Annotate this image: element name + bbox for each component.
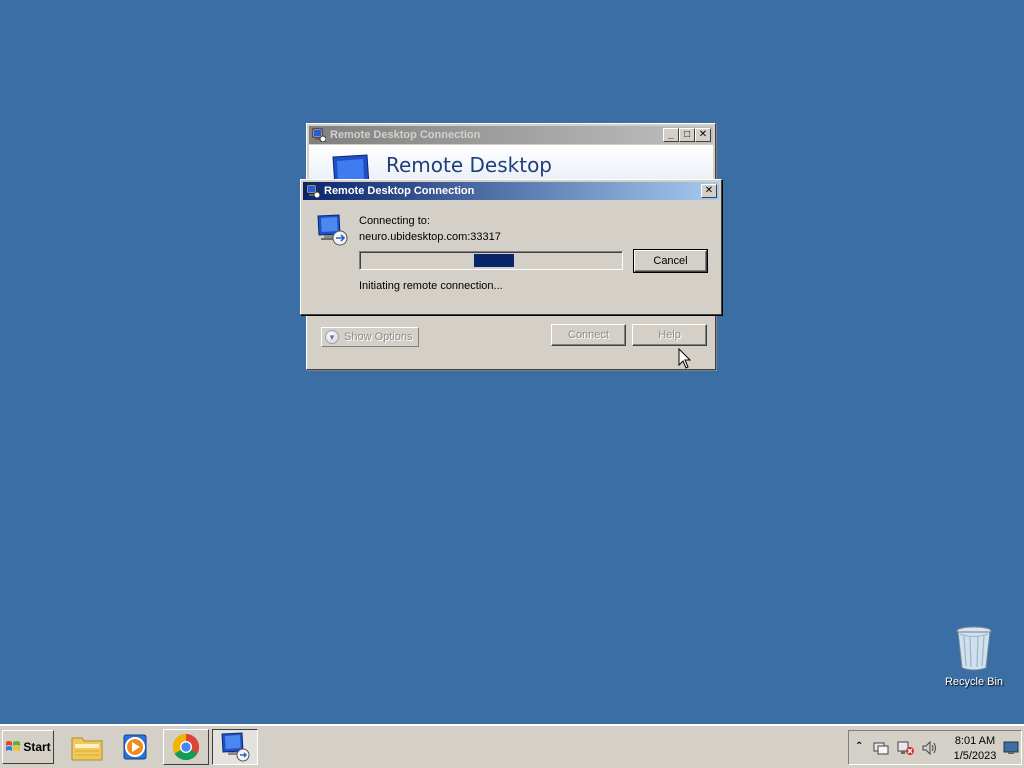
rdc-main-title: Remote Desktop Connection: [330, 129, 481, 141]
media-player-icon: [123, 734, 147, 760]
clock-date[interactable]: 1/5/2023: [949, 750, 1001, 762]
remote-computer-icon: [317, 214, 348, 246]
recycle-bin-label: Recycle Bin: [944, 676, 1004, 688]
taskbar-media-player[interactable]: [112, 729, 158, 765]
connection-status-text: Initiating remote connection...: [359, 280, 503, 292]
start-button[interactable]: Start: [2, 730, 54, 764]
minimize-button[interactable]: _: [663, 128, 679, 142]
remote-host-address: neuro.ubidesktop.com:33317: [359, 231, 501, 243]
taskbar-file-explorer[interactable]: [64, 729, 110, 765]
chrome-icon: [172, 733, 200, 761]
windows-logo-icon: [6, 741, 21, 751]
help-button[interactable]: Help: [632, 324, 707, 346]
mouse-cursor-icon: [678, 348, 692, 369]
close-icon: ✕: [698, 129, 708, 140]
connecting-dialog-title: Remote Desktop Connection: [324, 185, 475, 197]
remote-desktop-icon: [306, 184, 320, 198]
close-icon: ✕: [704, 185, 714, 196]
connecting-to-label: Connecting to:: [359, 215, 430, 227]
cancel-label: Cancel: [653, 255, 688, 267]
remote-desktop-icon: [221, 732, 250, 762]
remote-desktop-icon: [312, 128, 326, 142]
show-options-button[interactable]: ▼ Show Options: [321, 327, 419, 347]
connection-progress-bar: [359, 251, 623, 270]
show-desktop-icon[interactable]: [1003, 741, 1019, 755]
connect-button[interactable]: Connect: [551, 324, 626, 346]
file-explorer-icon: [71, 737, 103, 761]
minimize-icon: _: [668, 129, 674, 140]
connecting-dialog: Remote Desktop Connection ✕ Connecting t…: [300, 179, 722, 315]
connect-label: Connect: [568, 329, 609, 341]
taskbar-remote-desktop[interactable]: [212, 729, 258, 765]
network-warning-icon[interactable]: [897, 740, 915, 756]
help-label: Help: [658, 329, 681, 341]
clock-time[interactable]: 8:01 AM: [953, 735, 997, 747]
taskbar: Start ⌃ 8:01 AM 1/5/2023: [0, 724, 1024, 768]
system-tray: ⌃ 8:01 AM 1/5/2023: [848, 730, 1022, 765]
chevron-down-icon: ▼: [325, 330, 339, 344]
cancel-button[interactable]: Cancel: [633, 249, 708, 273]
connecting-dialog-titlebar[interactable]: Remote Desktop Connection ✕: [303, 182, 719, 200]
action-center-icon[interactable]: [873, 740, 889, 756]
recycle-bin-shortcut[interactable]: Recycle Bin: [938, 624, 1010, 688]
recycle-bin-icon: [956, 626, 992, 671]
show-options-label: Show Options: [344, 331, 413, 343]
taskbar-chrome[interactable]: [163, 729, 209, 765]
maximize-icon: □: [683, 129, 691, 140]
close-button[interactable]: ✕: [695, 128, 711, 142]
maximize-button[interactable]: □: [679, 128, 695, 142]
rdc-main-titlebar[interactable]: Remote Desktop Connection _ □ ✕: [309, 126, 713, 144]
volume-icon[interactable]: [921, 740, 939, 756]
start-label: Start: [23, 740, 51, 754]
rdc-banner-title: Remote Desktop: [386, 153, 553, 177]
dialog-close-button[interactable]: ✕: [701, 184, 717, 198]
progress-marquee-chunk: [474, 254, 514, 267]
show-hidden-icons-chevron-icon[interactable]: ⌃: [855, 741, 863, 752]
